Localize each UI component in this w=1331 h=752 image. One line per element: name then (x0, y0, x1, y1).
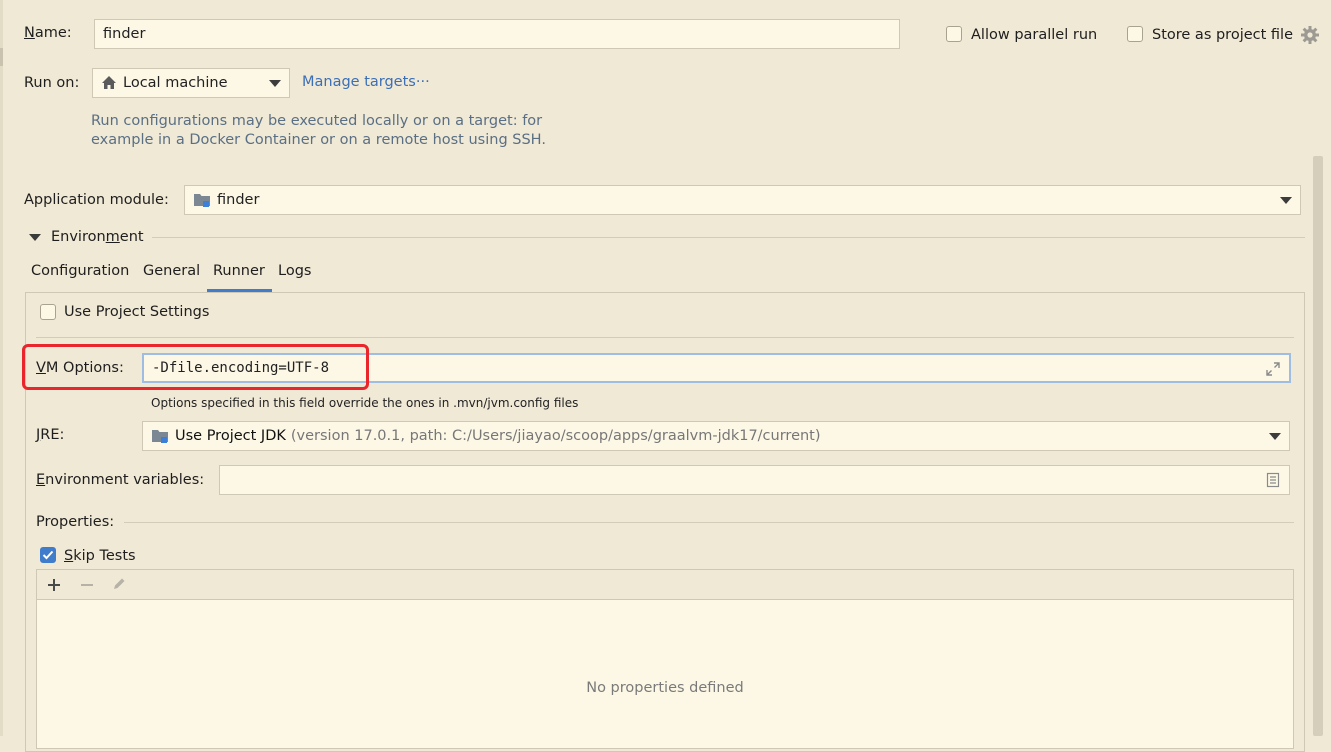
jdk-folder-icon (151, 428, 169, 444)
env-vars-label: Environment variables: (36, 472, 205, 488)
run-on-dropdown[interactable]: Local machine (92, 68, 290, 98)
scrollbar[interactable] (1313, 156, 1323, 736)
run-on-hint-line2: example in a Docker Container or on a re… (91, 132, 546, 148)
skip-tests-label[interactable]: Skip Tests (64, 548, 136, 564)
module-folder-icon (193, 192, 211, 208)
store-project-label[interactable]: Store as project file (1152, 27, 1293, 43)
allow-parallel-label[interactable]: Allow parallel run (971, 27, 1097, 43)
properties-toolbar (37, 570, 1293, 600)
run-on-hint-line1: Run configurations may be executed local… (91, 113, 543, 129)
chevron-down-icon (269, 80, 281, 87)
tab-logs[interactable]: Logs (278, 263, 311, 279)
tab-runner[interactable]: Runner (213, 263, 265, 279)
tab-configuration[interactable]: Configuration (31, 263, 129, 279)
remove-icon[interactable] (79, 577, 95, 593)
name-field[interactable]: finder (94, 19, 900, 49)
home-icon (101, 75, 117, 91)
manage-targets-link[interactable]: Manage targets··· (302, 74, 430, 90)
chevron-down-icon (1269, 433, 1281, 440)
vm-options-hint: Options specified in this field override… (151, 396, 579, 410)
name-label: Name: (24, 25, 72, 41)
use-project-settings-label[interactable]: Use Project Settings (64, 304, 209, 320)
module-value: finder (217, 192, 260, 208)
add-icon[interactable] (46, 577, 62, 593)
run-on-label: Run on: (24, 75, 80, 91)
skip-tests-checkbox[interactable] (40, 547, 56, 563)
jre-value-detail: (version 17.0.1, path: C:/Users/jiayao/s… (290, 428, 821, 444)
vm-options-highlight-box (22, 344, 369, 390)
run-on-value: Local machine (123, 75, 228, 91)
env-vars-field[interactable] (219, 465, 1290, 495)
chevron-down-icon (1280, 197, 1292, 204)
run-on-hint: Run configurations may be executed local… (91, 112, 546, 150)
edit-icon[interactable] (111, 576, 127, 592)
left-edge-mark (0, 48, 3, 66)
gear-icon[interactable] (1300, 25, 1320, 45)
no-properties-text: No properties defined (586, 680, 744, 696)
tab-general[interactable]: General (143, 263, 200, 279)
allow-parallel-checkbox[interactable] (946, 26, 962, 42)
list-icon[interactable] (1265, 472, 1281, 488)
runner-separator (36, 337, 1294, 338)
collapse-triangle-icon[interactable] (29, 234, 41, 241)
use-project-settings-checkbox[interactable] (40, 304, 56, 320)
properties-table: No properties defined (36, 569, 1294, 749)
store-project-checkbox[interactable] (1127, 26, 1143, 42)
expand-icon[interactable] (1265, 361, 1281, 377)
left-edge-strip (0, 0, 3, 736)
jre-value-main: Use Project JDK (175, 428, 286, 444)
properties-separator (124, 522, 1294, 523)
environment-separator (152, 237, 1305, 238)
name-field-value: finder (103, 26, 146, 42)
module-label: Application module: (24, 192, 169, 208)
properties-label: Properties: (36, 514, 115, 530)
module-dropdown[interactable]: finder (184, 185, 1301, 215)
jre-dropdown[interactable]: Use Project JDK (version 17.0.1, path: C… (142, 421, 1290, 451)
environment-label[interactable]: Environment (51, 229, 144, 245)
jre-label: JRE: (36, 427, 65, 443)
